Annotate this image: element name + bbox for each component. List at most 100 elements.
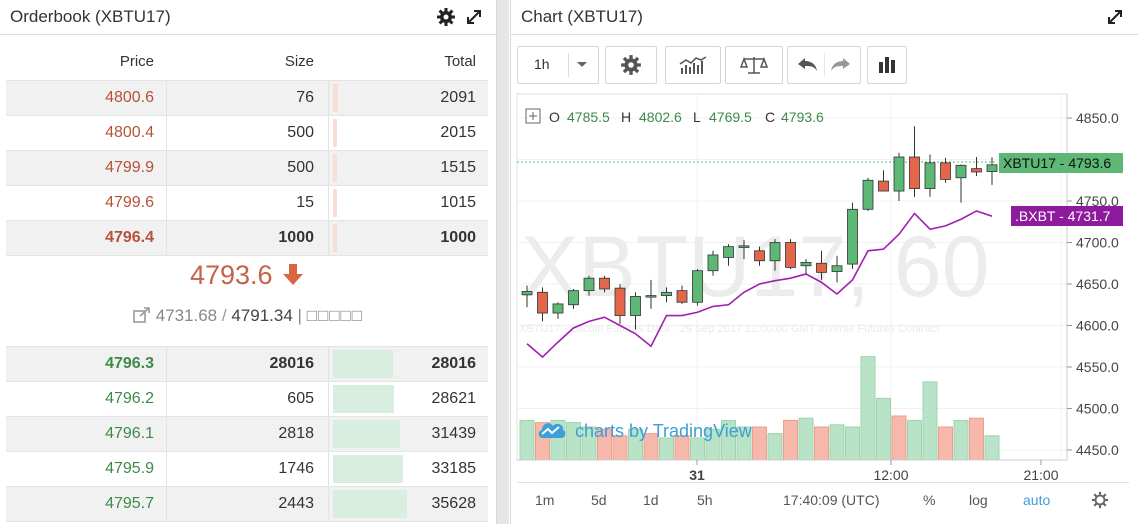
ask-row[interactable]: 4796.4 1000 1000 xyxy=(6,221,488,256)
range-5h[interactable]: 5h xyxy=(697,484,713,516)
price-cell[interactable]: 4800.6 xyxy=(6,81,154,115)
chart-type-button[interactable] xyxy=(867,46,907,84)
volume-bar xyxy=(969,417,984,461)
panel-divider[interactable] xyxy=(497,0,509,524)
orderbook-title-bar: Orderbook (XBTU17) xyxy=(0,0,496,35)
price-cell[interactable]: 4795.9 xyxy=(6,452,154,486)
size-cell: 2818 xyxy=(278,425,314,442)
gear-icon[interactable] xyxy=(1091,491,1109,509)
tradingview-logo-text: charts by TradingView xyxy=(575,421,753,441)
ohlc-open: 4785.5 xyxy=(567,109,610,125)
interval-select[interactable]: 1h xyxy=(517,46,599,84)
last-price-tag: XBTU17 - 4793.6 xyxy=(999,153,1123,173)
plus-square-icon[interactable] xyxy=(525,108,541,124)
volume-bar xyxy=(659,437,674,461)
chart-watermark: XBTU17, 60 xyxy=(521,219,989,315)
ohlc-c-label: C xyxy=(765,109,775,125)
asks-table: 4800.6 76 2091 4800.4 500 2015 4799.9 500 1515 47… xyxy=(6,80,488,256)
candle-body xyxy=(924,162,936,189)
ask-row[interactable]: 4800.6 76 2091 xyxy=(6,81,488,116)
volume-bar xyxy=(860,356,876,461)
log-toggle[interactable]: log xyxy=(969,484,988,516)
bid-row[interactable]: 4795.7 2443 35628 xyxy=(6,487,488,522)
external-link-icon[interactable] xyxy=(133,307,151,323)
size-cell: 500 xyxy=(287,124,314,141)
ask-row[interactable]: 4799.6 15 1015 xyxy=(6,186,488,221)
scale-icon xyxy=(740,56,768,74)
candle-body xyxy=(583,277,595,292)
last-price: 4793.6 xyxy=(0,260,496,291)
size-cell: 1746 xyxy=(278,460,314,477)
clock: 17:40:09 (UTC) xyxy=(783,492,880,508)
total-cell: 2015 xyxy=(440,124,476,141)
arrow-down-icon xyxy=(283,264,304,285)
price-cell[interactable]: 4796.1 xyxy=(6,417,154,451)
ask-row[interactable]: 4799.9 500 1515 xyxy=(6,151,488,186)
compare-button[interactable] xyxy=(725,46,783,84)
price-cell[interactable]: 4796.3 xyxy=(6,347,154,381)
header-price[interactable]: Price xyxy=(6,44,154,80)
ask-row[interactable]: 4800.4 500 2015 xyxy=(6,116,488,151)
price-chart[interactable]: XBTU17, 60 XBTU17 · Bitcoin Futures Data… xyxy=(511,88,1138,480)
chevron-down-icon xyxy=(577,62,587,67)
indicators-button[interactable] xyxy=(665,46,721,84)
price-cell[interactable]: 4795.7 xyxy=(6,487,154,521)
redo-icon[interactable] xyxy=(830,57,852,73)
price-axis[interactable]: 4850.04800.04750.04700.04650.04600.04550… xyxy=(1066,94,1119,460)
candle-body xyxy=(955,164,967,179)
header-total[interactable]: Total xyxy=(328,44,476,80)
volume-bar xyxy=(798,417,814,461)
indicators-icon xyxy=(679,56,707,74)
volume-bar xyxy=(814,426,829,461)
total-cell: 1015 xyxy=(440,194,476,211)
chart-title-bar: Chart (XBTU17) xyxy=(511,0,1138,35)
orderbook-title: Orderbook (XBTU17) xyxy=(10,7,171,26)
price-cell[interactable]: 4800.4 xyxy=(6,116,154,150)
size-cell: 15 xyxy=(296,194,314,211)
size-cell: 605 xyxy=(287,390,314,407)
price-cell[interactable]: 4796.4 xyxy=(6,221,154,255)
price-cell[interactable]: 4796.2 xyxy=(6,382,154,416)
y-tick-label: 4450.0 xyxy=(1076,442,1119,458)
candle-body xyxy=(661,291,672,297)
volume-bar xyxy=(907,419,922,461)
bid-row[interactable]: 4796.2 605 28621 xyxy=(6,382,488,417)
range-1d[interactable]: 1d xyxy=(643,484,659,516)
candle-body xyxy=(831,265,843,272)
range-5d[interactable]: 5d xyxy=(591,484,607,516)
volume-bar xyxy=(767,433,783,461)
candle-body xyxy=(862,179,874,210)
size-cell: 1000 xyxy=(278,229,314,246)
bid-row[interactable]: 4796.3 28016 28016 xyxy=(6,347,488,382)
auto-toggle[interactable]: auto xyxy=(1023,484,1050,516)
index-price-line: 4731.68 / 4791.34 | □□□□□ xyxy=(0,306,496,326)
volume-bar xyxy=(984,435,1000,461)
candle-body xyxy=(754,250,765,262)
gear-icon[interactable] xyxy=(436,7,456,27)
price-cell[interactable]: 4799.9 xyxy=(6,151,154,185)
time-axis[interactable]: 31 12:00 21:00 xyxy=(517,459,1067,480)
total-cell: 33185 xyxy=(431,460,477,477)
size-cell: 76 xyxy=(296,89,314,106)
total-cell: 35628 xyxy=(431,495,477,512)
undo-icon[interactable] xyxy=(796,57,818,73)
bid-row[interactable]: 4795.9 1746 33185 xyxy=(6,452,488,487)
price-cell[interactable]: 4799.6 xyxy=(6,186,154,220)
range-1m[interactable]: 1m xyxy=(535,484,554,516)
interval-value: 1h xyxy=(534,56,550,72)
bid-row[interactable]: 4796.1 2818 31439 xyxy=(6,417,488,452)
total-cell: 1000 xyxy=(440,229,476,246)
header-size[interactable]: Size xyxy=(166,44,314,80)
index-price-tag: .BXBT - 4731.7 xyxy=(1011,206,1123,226)
expand-icon[interactable] xyxy=(464,7,484,27)
y-tick-label: 4850.0 xyxy=(1076,110,1119,126)
x-tick-label: 21:00 xyxy=(1023,467,1058,480)
settings-button[interactable] xyxy=(605,46,657,84)
candle-body xyxy=(971,168,982,173)
percent-toggle[interactable]: % xyxy=(923,484,935,516)
volume-bar xyxy=(690,437,705,461)
candle-body xyxy=(676,290,688,303)
ohlc-o-label: O xyxy=(549,109,560,125)
candle-body xyxy=(800,262,812,267)
expand-icon[interactable] xyxy=(1105,7,1125,27)
